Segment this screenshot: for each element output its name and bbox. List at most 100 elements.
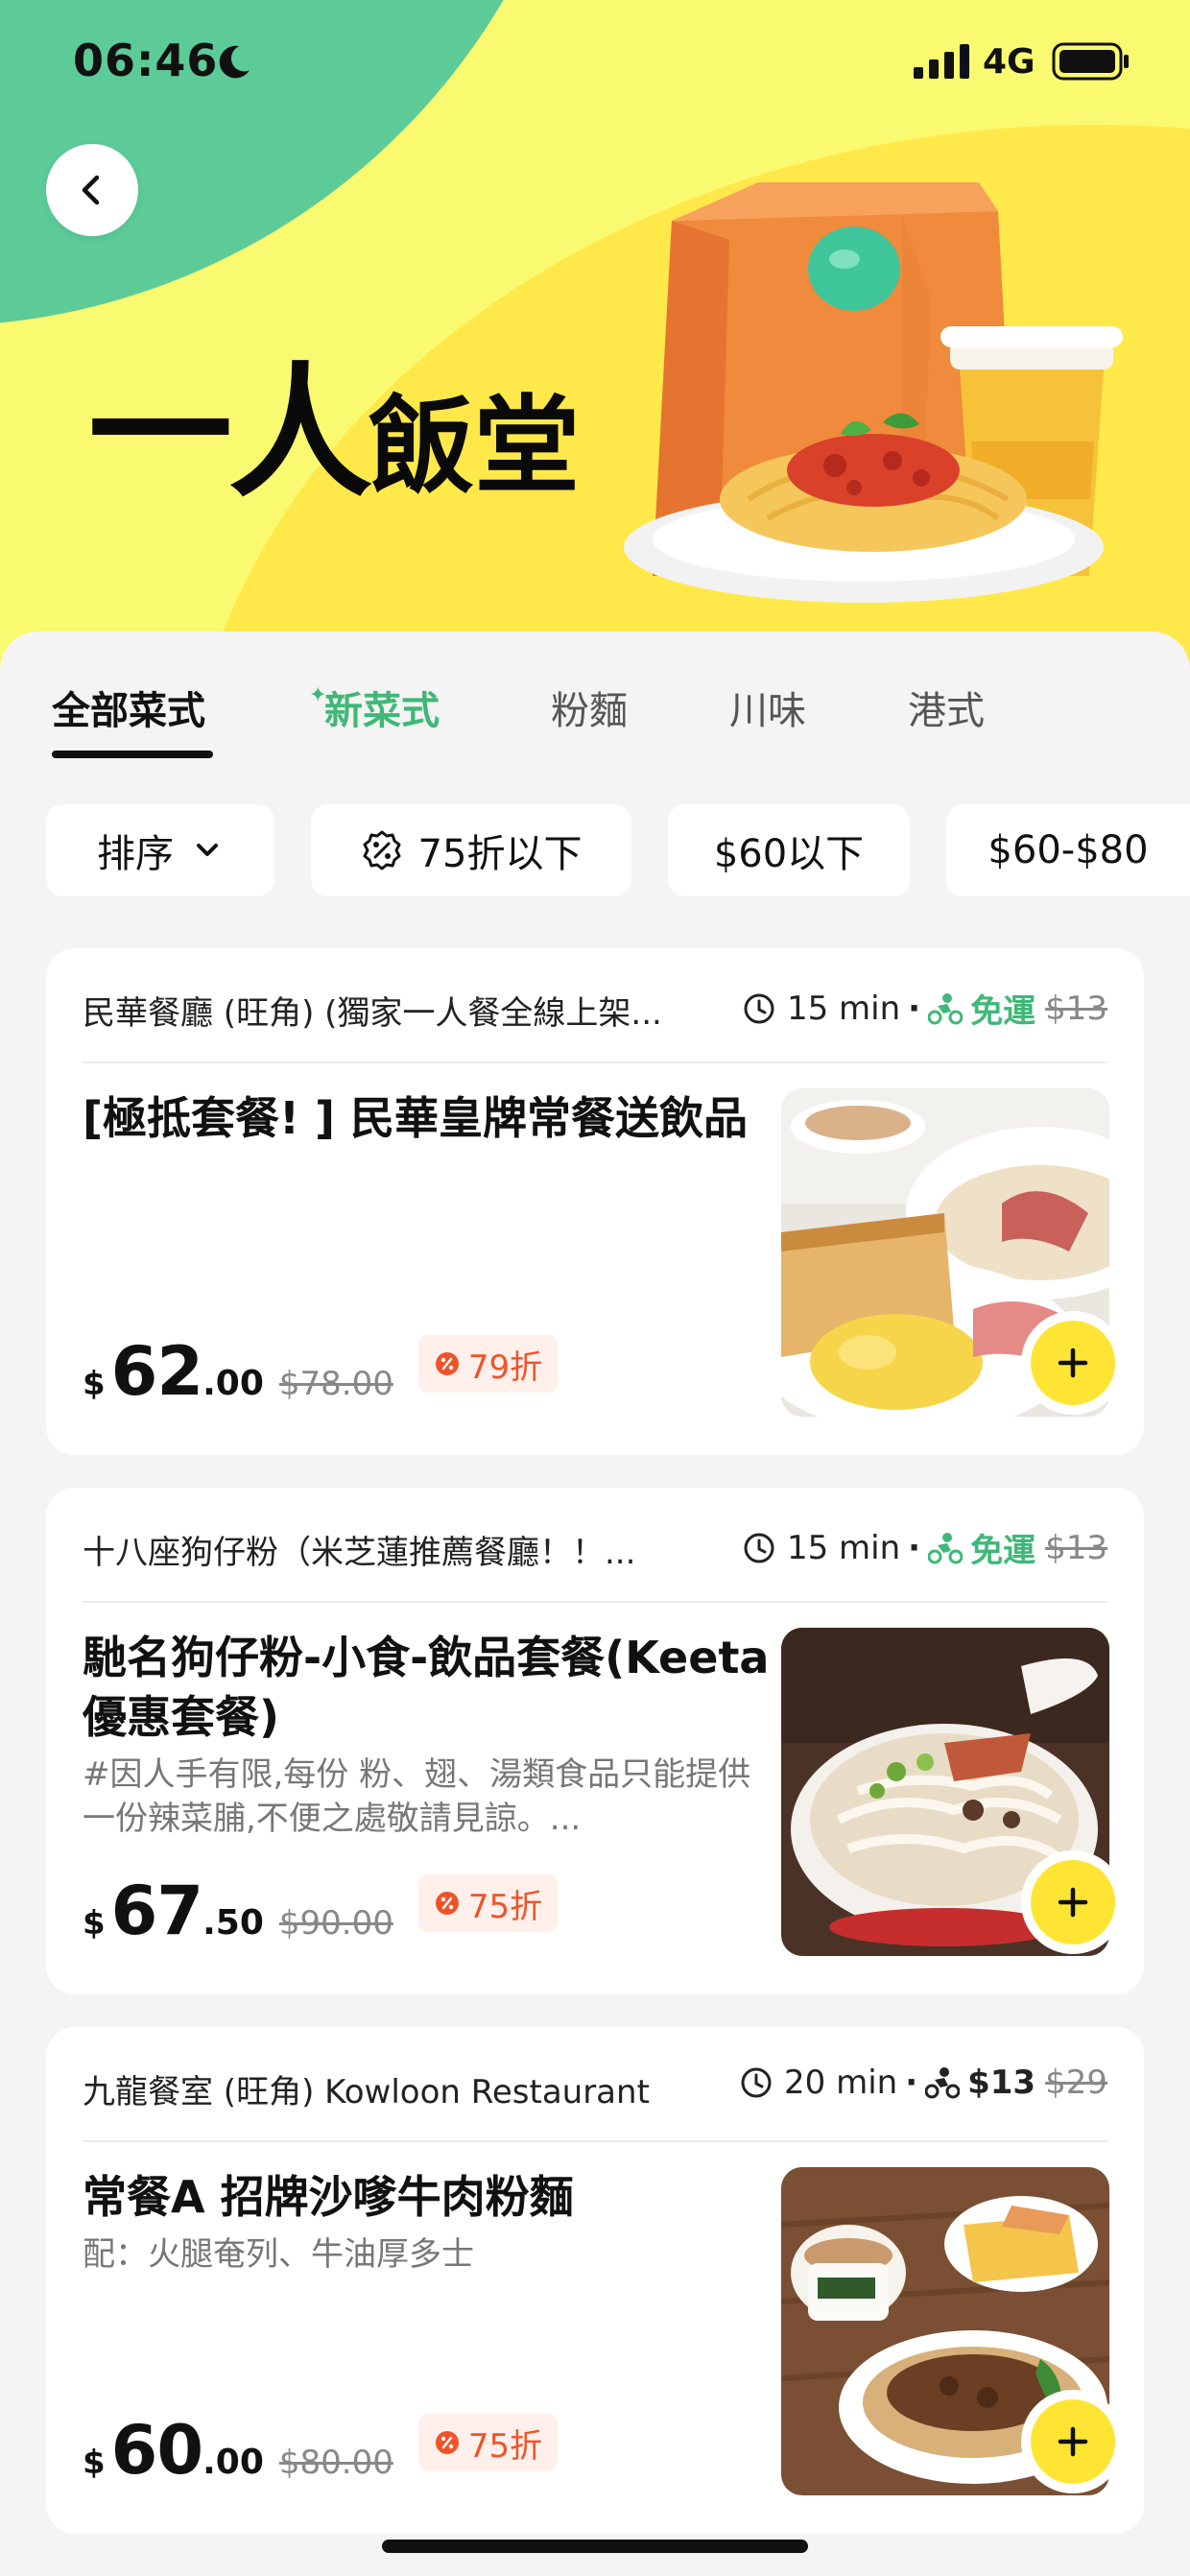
chevron-left-icon bbox=[82, 175, 100, 205]
status-time: 06:46 bbox=[73, 35, 219, 86]
add-button-circle bbox=[1031, 2399, 1115, 2484]
discount-icon bbox=[435, 1892, 459, 1915]
price-row: $ 67 .50 $90.00 75折 bbox=[83, 1872, 559, 1950]
sort-filter[interactable]: 排序 bbox=[46, 804, 274, 896]
discount-icon bbox=[435, 1352, 459, 1375]
delivery-fee: 免運 bbox=[970, 1532, 1036, 1570]
item-title[interactable]: 常餐A 招牌沙嗲牛肉粉麵 bbox=[83, 2167, 783, 2227]
price-row: $ 62 .00 $78.00 79折 bbox=[83, 1332, 559, 1411]
card-header: 民華餐廳 (旺角) (獨家一人餐全線上架... 15 min · 免運 $13 bbox=[83, 983, 1107, 1034]
discount-badge: 75折 bbox=[417, 2414, 559, 2471]
divider bbox=[83, 1601, 1107, 1603]
price-integer: 60 bbox=[110, 2411, 203, 2490]
delivery-fee-old: $29 bbox=[1045, 2063, 1107, 2102]
card-header: 十八座狗仔粉（米芝蓮推薦餐廳！！... 15 min · 免運 $13 bbox=[83, 1522, 1107, 1573]
delivery-meta: 20 min · $13 $29 bbox=[740, 2063, 1107, 2102]
rider-icon bbox=[928, 1532, 964, 1563]
meal-card[interactable]: 民華餐廳 (旺角) (獨家一人餐全線上架... 15 min · 免運 $13 … bbox=[46, 948, 1144, 1455]
discount-label: 79折 bbox=[467, 1348, 543, 1387]
plus-icon bbox=[1058, 1348, 1088, 1378]
discount-icon bbox=[435, 2431, 459, 2454]
price-decimal: .50 bbox=[202, 1903, 264, 1943]
meal-card[interactable]: 九龍餐室 (旺角) Kowloon Restaurant 20 min · $1… bbox=[46, 2027, 1144, 2534]
discount-filter-label: 75折以下 bbox=[417, 832, 583, 876]
divider bbox=[83, 1061, 1107, 1063]
item-title[interactable]: 馳名狗仔粉-小食-飲品套餐(Keeta優惠套餐) bbox=[83, 1628, 783, 1747]
discount-badge: 75折 bbox=[417, 1874, 559, 1932]
status-bar: 06:46 4G bbox=[0, 0, 1190, 125]
add-button-circle bbox=[1031, 1860, 1115, 1944]
separator-dot: · bbox=[908, 1528, 921, 1567]
store-name[interactable]: 民華餐廳 (旺角) (獨家一人餐全線上架... bbox=[83, 987, 662, 1034]
page-title-main: 一人 bbox=[88, 350, 372, 517]
divider bbox=[83, 2140, 1107, 2142]
category-tabs: 全部菜式 ✦ 新菜式 粉麵 川味 港式 bbox=[0, 632, 1190, 766]
original-price: $80.00 bbox=[278, 2444, 393, 2482]
item-title[interactable]: [極抵套餐! ] 民華皇牌常餐送飲品 bbox=[83, 1088, 783, 1148]
card-header: 九龍餐室 (旺角) Kowloon Restaurant 20 min · $1… bbox=[83, 2062, 1107, 2112]
delivery-fee-old: $13 bbox=[1045, 989, 1107, 1028]
add-to-cart-button[interactable] bbox=[1021, 1850, 1125, 1954]
sort-label: 排序 bbox=[97, 832, 174, 876]
store-name[interactable]: 十八座狗仔粉（米芝蓮推薦餐廳！！... bbox=[83, 1526, 635, 1573]
price-decimal: .00 bbox=[202, 1364, 264, 1403]
rider-icon bbox=[925, 2067, 961, 2099]
back-button[interactable] bbox=[46, 144, 138, 236]
price-integer: 67 bbox=[110, 1872, 203, 1950]
price-integer: 62 bbox=[110, 1332, 203, 1411]
delivery-meta: 15 min · 免運 $13 bbox=[743, 985, 1107, 1032]
clock-icon bbox=[741, 2067, 772, 2098]
eta: 15 min bbox=[786, 989, 901, 1028]
meal-card[interactable]: 十八座狗仔粉（米芝蓮推薦餐廳！！... 15 min · 免運 $13 馳名狗仔… bbox=[46, 1488, 1144, 1994]
under-60-filter[interactable]: $60以下 bbox=[668, 804, 910, 896]
rider-icon bbox=[928, 992, 964, 1024]
delivery-fee: $13 bbox=[967, 2063, 1036, 2102]
delivery-fee-old: $13 bbox=[1045, 1528, 1107, 1567]
under-60-label: $60以下 bbox=[713, 832, 865, 876]
separator-dot: · bbox=[908, 989, 921, 1028]
home-indicator[interactable] bbox=[382, 2540, 808, 2553]
add-to-cart-button[interactable] bbox=[1021, 2390, 1125, 2493]
price-currency: $ bbox=[83, 1365, 106, 1403]
range-60-80-label: $60-$80 bbox=[988, 828, 1149, 872]
price-decimal: .00 bbox=[202, 2443, 264, 2482]
discount-filter[interactable]: 75折以下 bbox=[311, 804, 631, 896]
clock-icon bbox=[744, 993, 774, 1023]
network-label: 4G bbox=[983, 42, 1035, 82]
range-60-80-filter[interactable]: $60-$80 bbox=[946, 804, 1190, 896]
eta: 20 min bbox=[784, 2063, 898, 2102]
original-price: $78.00 bbox=[278, 1365, 393, 1403]
hero-banner: 06:46 4G 一人飯堂 bbox=[0, 0, 1190, 672]
clock-icon bbox=[744, 1533, 774, 1562]
plus-icon bbox=[1058, 2426, 1088, 2457]
price-currency: $ bbox=[83, 2444, 106, 2482]
page-title-sub: 飯堂 bbox=[369, 385, 581, 508]
tab-sichuan[interactable]: 川味 bbox=[729, 680, 806, 735]
price-currency: $ bbox=[83, 1904, 106, 1943]
delivery-meta: 15 min · 免運 $13 bbox=[743, 1524, 1107, 1571]
tab-hk-style[interactable]: 港式 bbox=[908, 680, 985, 735]
add-button-circle bbox=[1031, 1321, 1115, 1405]
tab-underline bbox=[52, 751, 213, 758]
item-description: #因人手有限,每份 粉、翅、湯類食品只能提供一份辣菜脯,不便之處敬請見諒。... bbox=[83, 1755, 751, 1838]
price-row: $ 60 .00 $80.00 75折 bbox=[83, 2411, 559, 2490]
plus-icon bbox=[1058, 1887, 1088, 1918]
tab-noodles[interactable]: 粉麵 bbox=[551, 680, 628, 735]
delivery-fee: 免運 bbox=[970, 992, 1036, 1031]
chevron-down-icon bbox=[197, 844, 218, 856]
discount-badge-icon bbox=[363, 830, 401, 871]
page-title: 一人飯堂 bbox=[88, 317, 580, 525]
add-to-cart-button[interactable] bbox=[1021, 1311, 1125, 1415]
original-price: $90.00 bbox=[278, 1904, 393, 1943]
tab-new[interactable]: 新菜式 bbox=[324, 680, 440, 735]
discount-label: 75折 bbox=[467, 2426, 543, 2466]
filter-bar: 排序 75折以下 $60以下 $60-$80 bbox=[0, 804, 1190, 900]
food-bag-illustration bbox=[624, 182, 1123, 603]
eta: 15 min bbox=[786, 1528, 901, 1567]
discount-label: 75折 bbox=[467, 1887, 543, 1926]
tab-all[interactable]: 全部菜式 bbox=[52, 680, 205, 735]
battery-icon bbox=[1052, 42, 1129, 81]
signal-icon bbox=[914, 44, 969, 79]
separator-dot: · bbox=[905, 2063, 918, 2102]
store-name[interactable]: 九龍餐室 (旺角) Kowloon Restaurant bbox=[83, 2065, 650, 2112]
